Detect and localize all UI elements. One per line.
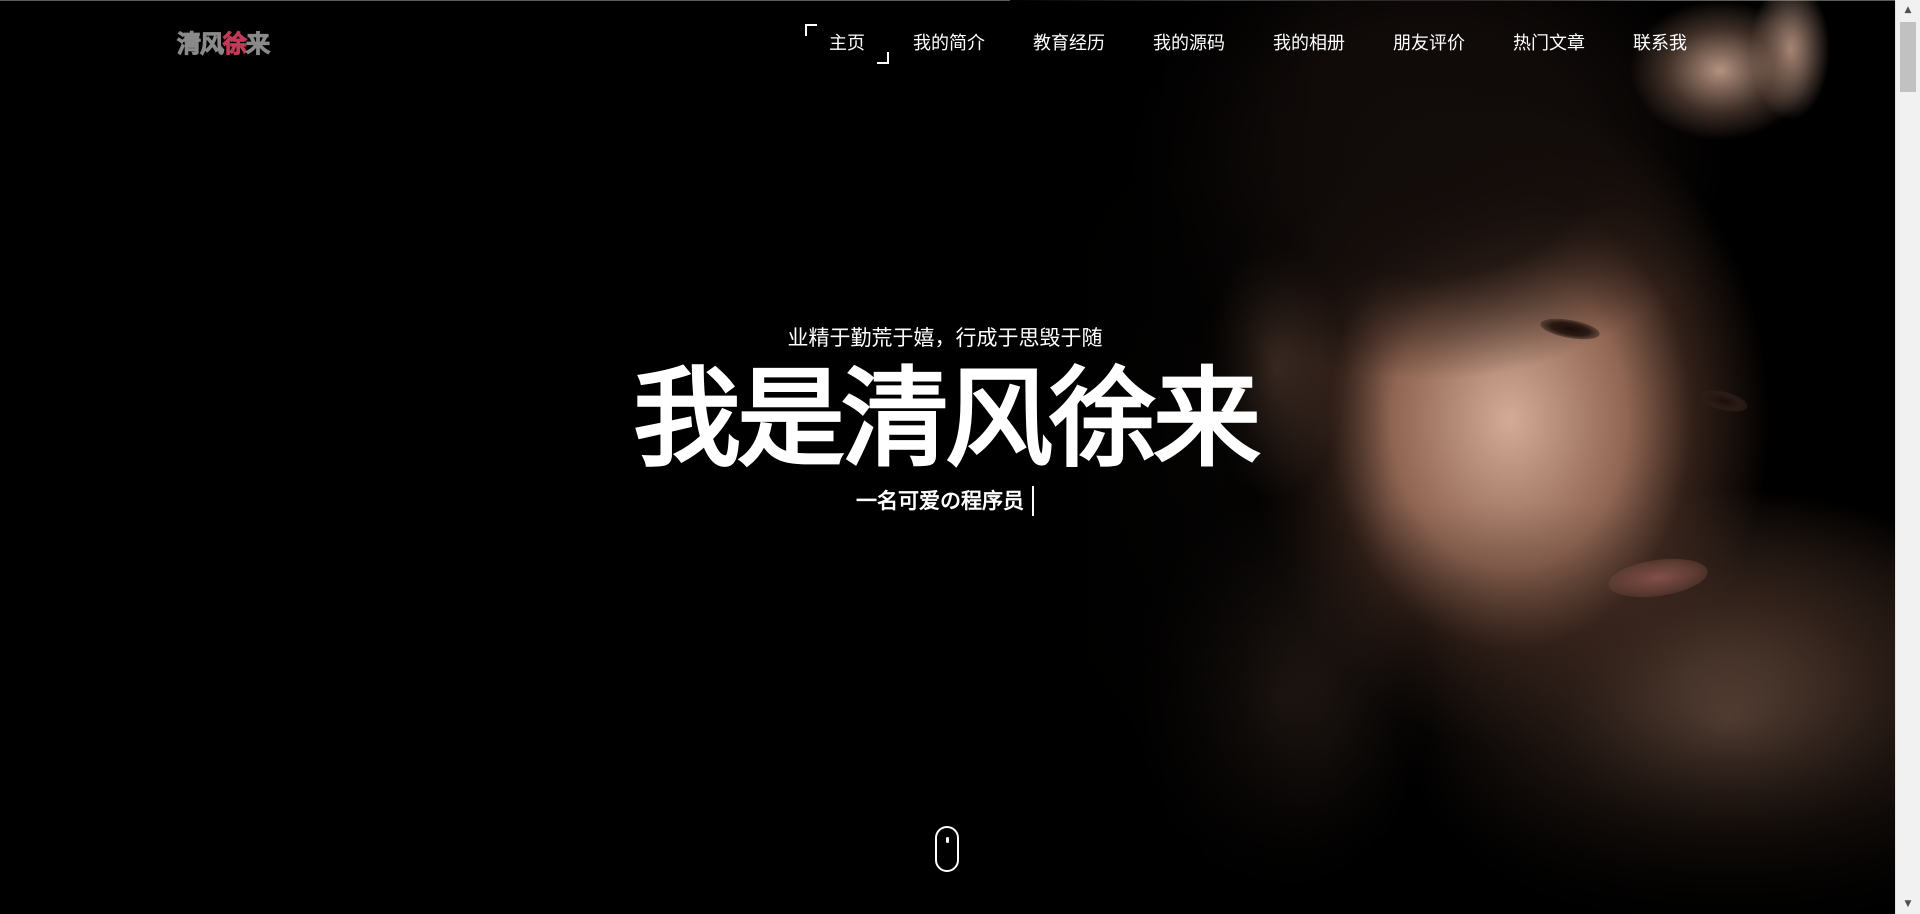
hero-subtitle: 一名可爱の程序员: [856, 489, 1024, 513]
scrollbar-thumb[interactable]: [1900, 22, 1916, 92]
main-nav: 主页 我的简介 教育经历 我的源码 我的相册 朋友评价 热门文章 联系我: [805, 22, 1711, 66]
nav-item-about[interactable]: 我的简介: [889, 22, 1009, 66]
scroll-up-arrow-icon[interactable]: ▲: [1896, 0, 1920, 20]
logo-text-part3: 来: [246, 30, 271, 59]
nav-item-friend-reviews[interactable]: 朋友评价: [1369, 22, 1489, 66]
logo-text-part2: 徐: [223, 30, 248, 59]
nav-item-album[interactable]: 我的相册: [1249, 22, 1369, 66]
typing-cursor: [1032, 486, 1034, 516]
nav-item-contact[interactable]: 联系我: [1609, 22, 1711, 66]
hero-motto: 业精于勤荒于嬉，行成于思毁于随: [787, 326, 1103, 350]
hero-subtitle-line: 一名可爱の程序员: [856, 484, 1034, 518]
nav-item-source-code[interactable]: 我的源码: [1129, 22, 1249, 66]
logo-text-part1: 清风: [177, 30, 225, 59]
hero-headline: 我是清风徐来: [632, 357, 1261, 482]
nav-item-home[interactable]: 主页: [805, 22, 889, 66]
vertical-scrollbar[interactable]: ▲ ▼: [1895, 0, 1920, 914]
page: 清风徐来 主页 我的简介 教育经历 我的源码 我的相册 朋友评价 热门文章 联系…: [0, 0, 1920, 914]
nav-item-popular-articles[interactable]: 热门文章: [1489, 22, 1609, 66]
hero-section: 业精于勤荒于嬉，行成于思毁于随 我是清风徐来 一名可爱の程序员: [560, 320, 1330, 518]
mouse-scroll-icon[interactable]: [935, 826, 959, 872]
scroll-down-arrow-icon[interactable]: ▼: [1896, 894, 1920, 914]
site-logo[interactable]: 清风徐来: [177, 28, 271, 60]
nav-item-education[interactable]: 教育经历: [1009, 22, 1129, 66]
mouse-wheel: [946, 837, 949, 843]
